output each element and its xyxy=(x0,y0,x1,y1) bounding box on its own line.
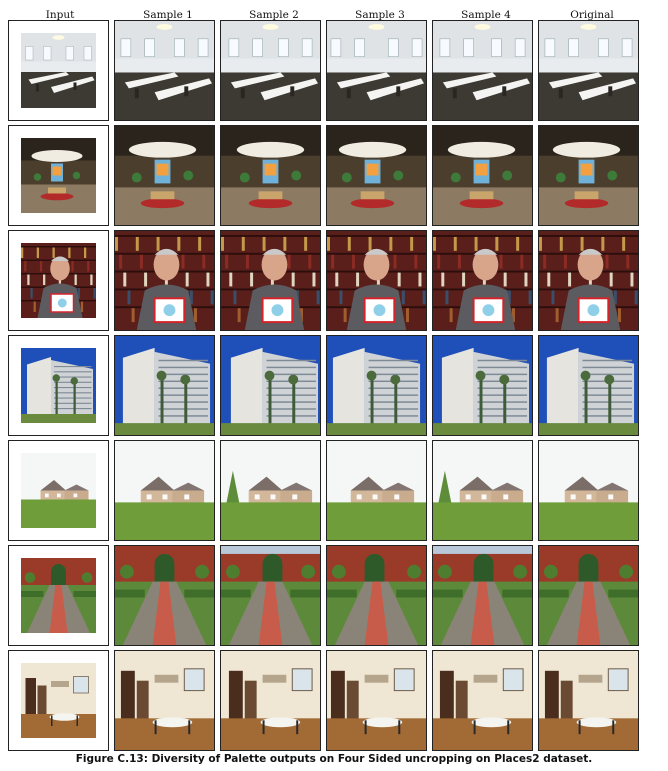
classroom-input-image xyxy=(8,20,109,121)
figure-caption: Figure C.13: Diversity of Palette output… xyxy=(75,753,593,765)
mall-atrium-sample-3-image xyxy=(326,125,427,226)
hotel-building-sample-3-image xyxy=(326,335,427,436)
brick-garden-path-sample-1-image xyxy=(114,545,215,646)
man-bookshelf-sample-4-image xyxy=(432,230,533,331)
classroom-sample-1-image xyxy=(114,20,215,121)
man-bookshelf-sample-2-image xyxy=(220,230,321,331)
figure-row xyxy=(8,650,658,752)
house-lawn-sample-1-image xyxy=(114,440,215,541)
house-lawn-original-image xyxy=(538,440,639,541)
brick-garden-path-sample-2-image xyxy=(220,545,321,646)
figure-row xyxy=(8,335,658,437)
figure-row xyxy=(8,20,658,122)
dining-room-input-image xyxy=(8,650,109,751)
classroom-sample-3-image xyxy=(326,20,427,121)
brick-garden-path-sample-3-image xyxy=(326,545,427,646)
dining-room-sample-3-image xyxy=(326,650,427,751)
man-bookshelf-sample-3-image xyxy=(326,230,427,331)
brick-garden-path-original-image xyxy=(538,545,639,646)
man-bookshelf-input-image xyxy=(8,230,109,331)
hotel-building-sample-4-image xyxy=(432,335,533,436)
house-lawn-sample-4-image xyxy=(432,440,533,541)
classroom-original-image xyxy=(538,20,639,121)
classroom-sample-2-image xyxy=(220,20,321,121)
hotel-building-input-image xyxy=(8,335,109,436)
mall-atrium-sample-1-image xyxy=(114,125,215,226)
house-lawn-sample-2-image xyxy=(220,440,321,541)
mall-atrium-input-image xyxy=(8,125,109,226)
figure-row xyxy=(8,230,658,332)
dining-room-original-image xyxy=(538,650,639,751)
mall-atrium-original-image xyxy=(538,125,639,226)
classroom-sample-4-image xyxy=(432,20,533,121)
mall-atrium-sample-2-image xyxy=(220,125,321,226)
mall-atrium-sample-4-image xyxy=(432,125,533,226)
figure-row xyxy=(8,545,658,647)
brick-garden-path-sample-4-image xyxy=(432,545,533,646)
figure-grid: Input Sample 1 Sample 2 Sample 3 Sample … xyxy=(8,0,658,752)
dining-room-sample-4-image xyxy=(432,650,533,751)
hotel-building-sample-2-image xyxy=(220,335,321,436)
dining-room-sample-1-image xyxy=(114,650,215,751)
man-bookshelf-original-image xyxy=(538,230,639,331)
house-lawn-input-image xyxy=(8,440,109,541)
figure-row xyxy=(8,440,658,542)
hotel-building-original-image xyxy=(538,335,639,436)
hotel-building-sample-1-image xyxy=(114,335,215,436)
figure-row xyxy=(8,125,658,227)
brick-garden-path-input-image xyxy=(8,545,109,646)
dining-room-sample-2-image xyxy=(220,650,321,751)
house-lawn-sample-3-image xyxy=(326,440,427,541)
man-bookshelf-sample-1-image xyxy=(114,230,215,331)
